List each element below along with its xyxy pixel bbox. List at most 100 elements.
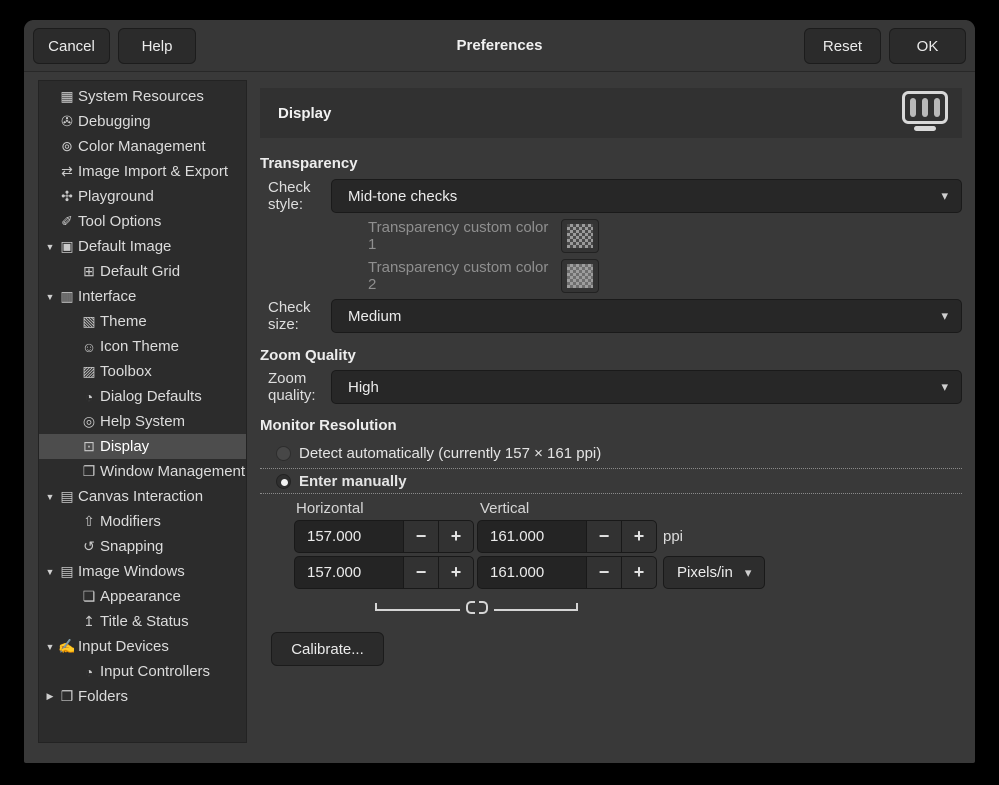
chain-bracket-right	[494, 603, 579, 611]
sidebar-item-tool-options[interactable]: ✐ Tool Options	[39, 209, 246, 234]
color-management-icon: ⊚	[58, 138, 76, 155]
check-style-dropdown[interactable]: Mid-tone checks ▾	[331, 179, 962, 213]
radio-checked-icon[interactable]	[276, 474, 291, 489]
default-image-icon: ▣	[58, 238, 76, 255]
icon-theme-icon: ☺	[80, 339, 98, 355]
expander-icon[interactable]: ▶	[42, 691, 58, 702]
sidebar-item-interface[interactable]: ▼ ▥ Interface	[39, 284, 246, 309]
snapping-icon: ↺	[80, 538, 98, 555]
sidebar-item-input-devices[interactable]: ▼ ✍ Input Devices	[39, 634, 246, 659]
sidebar-item-playground[interactable]: ✣ Playground	[39, 184, 246, 209]
appearance-icon: ❏	[80, 588, 98, 605]
default-grid-icon: ⊞	[80, 263, 98, 280]
help-system-icon: ◎	[80, 413, 98, 430]
playground-icon: ✣	[58, 188, 76, 205]
sidebar-item-label: System Resources	[78, 88, 204, 105]
page-title: Display	[278, 105, 331, 122]
unit-dropdown[interactable]: Pixels/in ▾	[663, 556, 765, 589]
sidebar-item-window-management[interactable]: ❐ Window Management	[39, 459, 246, 484]
custom-color2-swatch-button[interactable]	[561, 259, 599, 293]
expander-icon[interactable]: ▼	[42, 492, 58, 502]
tool-options-icon: ✐	[58, 213, 76, 230]
horizontal-ppi-input[interactable]: 157.000	[294, 520, 404, 553]
sidebar-item-color-management[interactable]: ⊚ Color Management	[39, 134, 246, 159]
sidebar-item-snapping[interactable]: ↺ Snapping	[39, 534, 246, 559]
minus-button[interactable]: −	[586, 520, 622, 553]
sidebar-item-dialog-defaults[interactable]: ◔ Dialog Defaults	[39, 384, 246, 409]
detect-automatically-label: Detect automatically (currently 157 × 16…	[299, 445, 601, 462]
check-size-label: Check size:	[260, 299, 331, 333]
reset-button[interactable]: Reset	[804, 28, 881, 64]
calibrate-button[interactable]: Calibrate...	[271, 632, 384, 666]
sidebar-item-default-image[interactable]: ▼ ▣ Default Image	[39, 234, 246, 259]
sidebar-item-canvas-interaction[interactable]: ▼ ▤ Canvas Interaction	[39, 484, 246, 509]
sidebar-item-label: Tool Options	[78, 213, 161, 230]
vertical-unit-input[interactable]: 161.000	[477, 556, 587, 589]
chain-bracket-left	[375, 603, 460, 611]
system-resources-icon: ▦	[58, 88, 76, 105]
title-status-icon: ↥	[80, 613, 98, 630]
sidebar-item-label: Folders	[78, 688, 128, 705]
display-icon: ⊡	[80, 438, 98, 455]
check-size-dropdown[interactable]: Medium ▾	[331, 299, 962, 333]
minus-button[interactable]: −	[403, 556, 439, 589]
broken-chain-icon[interactable]	[466, 601, 488, 614]
minus-button[interactable]: −	[403, 520, 439, 553]
sidebar-item-toolbox[interactable]: ▨ Toolbox	[39, 359, 246, 384]
sidebar-item-default-grid[interactable]: ⊞ Default Grid	[39, 259, 246, 284]
sidebar-item-theme[interactable]: ▧ Theme	[39, 309, 246, 334]
minus-button[interactable]: −	[586, 556, 622, 589]
preferences-dialog: Cancel Help Preferences Reset OK ▦ Syste…	[24, 20, 975, 763]
sidebar-item-folders[interactable]: ▶ ❒ Folders	[39, 684, 246, 709]
sidebar-item-title-status[interactable]: ↥ Title & Status	[39, 609, 246, 634]
custom-color1-swatch-button[interactable]	[561, 219, 599, 253]
zoom-quality-heading: Zoom Quality	[260, 347, 962, 365]
plus-button[interactable]: +	[438, 556, 474, 589]
sidebar-item-label: Image Windows	[78, 563, 185, 580]
sidebar-item-label: Default Grid	[100, 263, 180, 280]
expander-icon[interactable]: ▼	[42, 567, 58, 577]
sidebar-item-input-controllers[interactable]: ◔ Input Controllers	[39, 659, 246, 684]
sidebar-item-modifiers[interactable]: ⇧ Modifiers	[39, 509, 246, 534]
vertical-ppi-input[interactable]: 161.000	[477, 520, 587, 553]
help-button[interactable]: Help	[118, 28, 196, 64]
sidebar-item-label: Interface	[78, 288, 136, 305]
sidebar-item-image-import-export[interactable]: ⇄ Image Import & Export	[39, 159, 246, 184]
monitor-resolution-heading: Monitor Resolution	[260, 417, 962, 435]
plus-button[interactable]: +	[621, 556, 657, 589]
radio-icon[interactable]	[276, 446, 291, 461]
display-settings-panel: Display Transparency Check style: Mid-to…	[260, 88, 962, 666]
toolbox-icon: ▨	[80, 363, 98, 380]
expander-icon[interactable]: ▼	[42, 642, 58, 652]
enter-manually-label: Enter manually	[299, 473, 407, 490]
input-controllers-icon: ◔	[80, 664, 98, 680]
sidebar-item-image-windows[interactable]: ▼ ▤ Image Windows	[39, 559, 246, 584]
chevron-down-icon: ▾	[745, 565, 752, 581]
enter-manually-option[interactable]: Enter manually	[260, 468, 962, 494]
sidebar-item-label: Image Import & Export	[78, 163, 228, 180]
plus-button[interactable]: +	[438, 520, 474, 553]
ppi-unit-label: ppi	[663, 528, 683, 545]
plus-button[interactable]: +	[621, 520, 657, 553]
zoom-quality-dropdown[interactable]: High ▾	[331, 370, 962, 404]
cancel-button[interactable]: Cancel	[33, 28, 110, 64]
sidebar-item-appearance[interactable]: ❏ Appearance	[39, 584, 246, 609]
sidebar-item-display[interactable]: ⊡ Display	[39, 434, 246, 459]
sidebar-item-debugging[interactable]: ✇ Debugging	[39, 109, 246, 134]
sidebar-item-system-resources[interactable]: ▦ System Resources	[39, 84, 246, 109]
ok-button[interactable]: OK	[889, 28, 966, 64]
expander-icon[interactable]: ▼	[42, 292, 58, 302]
sidebar-item-help-system[interactable]: ◎ Help System	[39, 409, 246, 434]
sidebar-tree: ▦ System Resources ✇ Debugging ⊚ Color M…	[38, 80, 247, 743]
transparency-checker-icon	[567, 264, 593, 288]
chevron-down-icon: ▾	[941, 188, 948, 204]
sidebar-item-icon-theme[interactable]: ☺ Icon Theme	[39, 334, 246, 359]
sidebar-item-label: Toolbox	[100, 363, 152, 380]
debugging-icon: ✇	[58, 113, 76, 130]
display-monitor-icon	[902, 91, 948, 135]
sidebar-item-label: Title & Status	[100, 613, 189, 630]
detect-automatically-option[interactable]: Detect automatically (currently 157 × 16…	[260, 443, 962, 463]
expander-icon[interactable]: ▼	[42, 242, 58, 252]
horizontal-unit-input[interactable]: 157.000	[294, 556, 404, 589]
sidebar-item-label: Modifiers	[100, 513, 161, 530]
